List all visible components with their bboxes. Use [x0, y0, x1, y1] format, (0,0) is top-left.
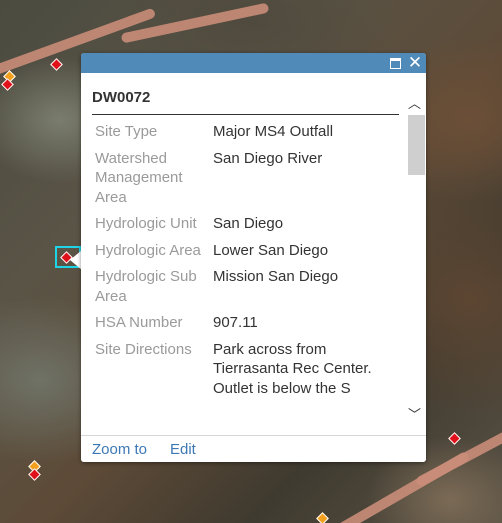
attribute-value: Mission San Diego — [213, 268, 339, 285]
attribute-row: Hydrologic Unit San Diego — [92, 214, 399, 234]
attribute-label: Watershed Management Area — [95, 149, 183, 206]
attribute-value: San Diego — [213, 215, 284, 232]
attribute-row: Watershed Management Area San Diego Rive… — [92, 149, 399, 208]
attribute-label: Hydrologic Area — [95, 241, 201, 259]
map-road — [120, 2, 270, 44]
site-marker[interactable] — [50, 58, 63, 71]
attribute-value: Park across from Tierrasanta Rec Center.… — [213, 340, 372, 397]
attribute-row: Hydrologic Sub Area Mission San Diego — [92, 267, 399, 306]
popup-header: ✕ — [81, 53, 426, 73]
chevron-down-icon[interactable]: ﹀ — [406, 408, 423, 422]
popup-title: DW0072 — [92, 89, 151, 106]
attribute-label: Site Directions — [95, 340, 192, 358]
popup-footer: Zoom to Edit — [81, 435, 426, 462]
attribute-row: HSA Number 907.11 — [92, 313, 399, 333]
feature-popup: ✕ DW0072 Site Type Major MS4 Outfall Wat… — [81, 53, 426, 462]
close-icon[interactable]: ✕ — [407, 54, 423, 71]
site-marker[interactable] — [28, 468, 41, 481]
popup-body: DW0072 Site Type Major MS4 Outfall Water… — [81, 73, 426, 435]
zoom-to-link[interactable]: Zoom to — [92, 441, 147, 458]
scrollbar-thumb[interactable] — [408, 115, 425, 175]
attribute-row: Site Directions Park across from Tierras… — [92, 340, 399, 399]
attribute-value: Lower San Diego — [213, 241, 329, 259]
attribute-label: Site Type — [95, 123, 158, 140]
attribute-value: Major MS4 Outfall — [213, 123, 334, 140]
attribute-row: Hydrologic Area Lower San Diego — [92, 241, 399, 261]
title-divider — [92, 114, 399, 115]
site-marker[interactable] — [316, 512, 329, 523]
popup-scrollbar[interactable]: ︿ ﹀ — [406, 93, 425, 435]
edit-link[interactable]: Edit — [170, 441, 196, 458]
attribute-table: Site Type Major MS4 Outfall Watershed Ma… — [92, 122, 399, 435]
maximize-icon[interactable] — [387, 55, 403, 71]
attribute-value: 907.11 — [213, 314, 258, 331]
attribute-value: San Diego River — [213, 149, 323, 167]
attribute-row: Site Type Major MS4 Outfall — [92, 122, 399, 142]
attribute-label: HSA Number — [95, 314, 183, 331]
chevron-up-icon[interactable]: ︿ — [406, 97, 423, 111]
attribute-label: Hydrologic Sub Area — [95, 268, 197, 305]
attribute-label: Hydrologic Unit — [95, 215, 197, 232]
site-marker[interactable] — [448, 432, 461, 445]
